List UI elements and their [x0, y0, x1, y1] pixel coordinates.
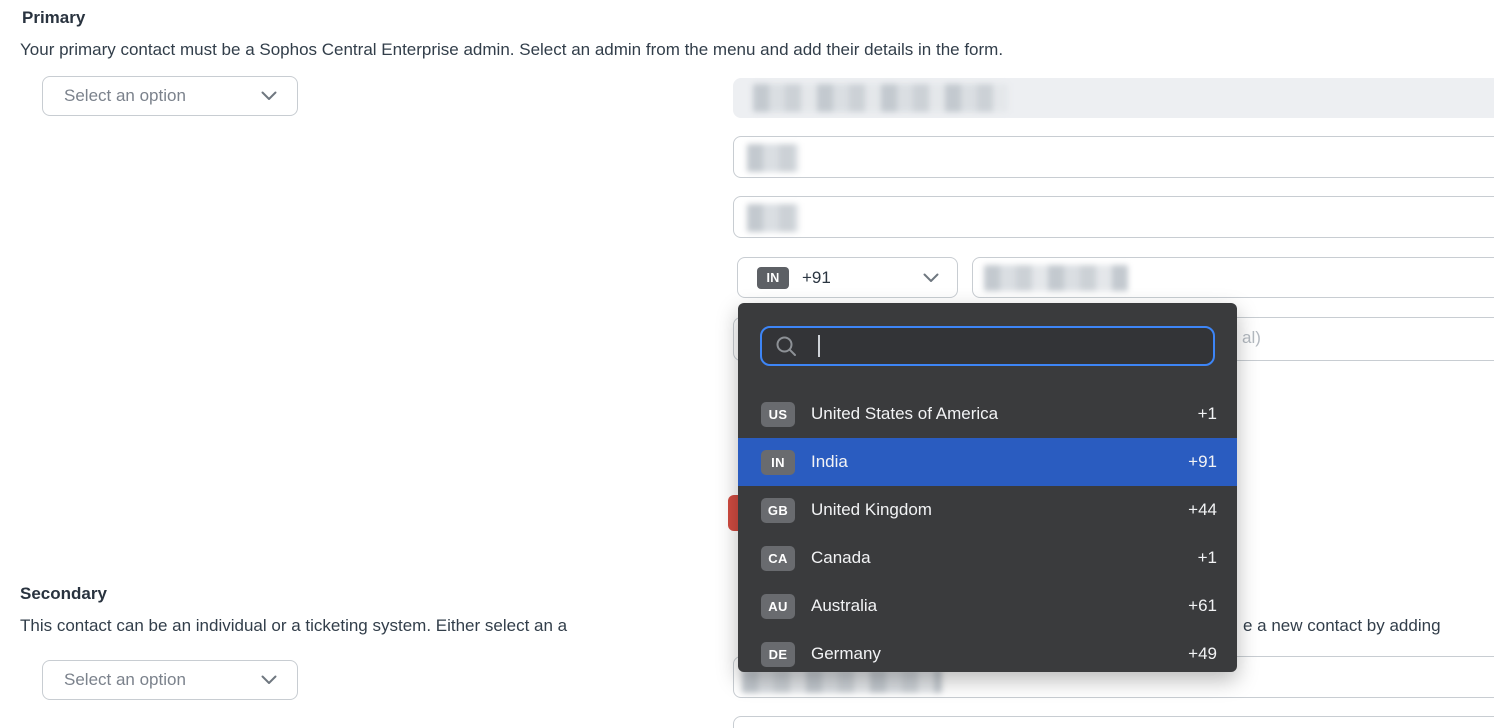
- country-option-ca[interactable]: CA Canada +1: [738, 534, 1237, 582]
- redacted-value: [742, 669, 942, 693]
- phone-extension-placeholder-fragment: al): [1242, 328, 1261, 347]
- chevron-down-icon: [261, 91, 277, 101]
- primary-first-name-input[interactable]: [733, 136, 1494, 178]
- secondary-field-2[interactable]: [733, 716, 1494, 728]
- secondary-contact-select[interactable]: Select an option: [42, 660, 298, 700]
- redacted-value: [747, 204, 799, 232]
- redacted-value: [753, 84, 1008, 112]
- country-search-input[interactable]: [760, 326, 1215, 366]
- country-dial-code: +91: [1188, 452, 1217, 471]
- country-name: India: [811, 452, 848, 471]
- primary-contact-select-label: Select an option: [64, 86, 186, 105]
- selected-country-badge: IN: [757, 266, 789, 289]
- redacted-value: [984, 265, 1128, 291]
- chevron-down-icon: [261, 675, 277, 685]
- country-code-select[interactable]: IN +91: [737, 257, 958, 298]
- country-option-us[interactable]: US United States of America +1: [738, 390, 1237, 438]
- country-option-au[interactable]: AU Australia +61: [738, 582, 1237, 630]
- country-name: United Kingdom: [811, 500, 932, 519]
- secondary-section-description: This contact can be an individual or a t…: [20, 616, 568, 635]
- selected-dial-code: +91: [802, 267, 831, 287]
- contacts-form-page: Primary Your primary contact must be a S…: [0, 0, 1494, 728]
- country-flag-badge: CA: [761, 545, 795, 571]
- text-cursor: [818, 335, 820, 357]
- redacted-value: [747, 144, 799, 172]
- secondary-section-title: Secondary: [20, 584, 107, 603]
- country-dial-code: +44: [1188, 500, 1217, 519]
- country-flag-badge: DE: [761, 641, 795, 667]
- country-name: United States of America: [811, 404, 999, 423]
- country-flag-badge: IN: [761, 449, 795, 475]
- country-flag-badge: AU: [761, 593, 795, 619]
- secondary-section-description-fragment: e a new contact by adding: [1243, 616, 1441, 635]
- primary-section-title: Primary: [22, 8, 86, 27]
- secondary-contact-select-label: Select an option: [64, 670, 186, 689]
- country-option-in[interactable]: IN India +91: [738, 438, 1237, 486]
- search-icon: [774, 334, 799, 359]
- country-option-gb[interactable]: GB United Kingdom +44: [738, 486, 1237, 534]
- country-flag-badge: US: [761, 401, 795, 427]
- country-dropdown-panel: US United States of America +1 IN India …: [738, 303, 1237, 672]
- country-dial-code: +1: [1197, 548, 1217, 567]
- primary-admin-display-field: [733, 78, 1494, 118]
- country-option-de[interactable]: DE Germany +49: [738, 630, 1237, 672]
- primary-contact-select[interactable]: Select an option: [42, 76, 298, 116]
- country-options-list: US United States of America +1 IN India …: [738, 390, 1237, 672]
- country-name: Canada: [811, 548, 871, 567]
- chevron-down-icon: [923, 273, 939, 283]
- country-dial-code: +1: [1197, 404, 1217, 423]
- country-name: Australia: [811, 596, 878, 615]
- primary-section-description: Your primary contact must be a Sophos Ce…: [20, 40, 1004, 59]
- primary-last-name-input[interactable]: [733, 196, 1494, 238]
- country-dial-code: +61: [1188, 596, 1217, 615]
- country-flag-badge: GB: [761, 497, 795, 523]
- country-dial-code: +49: [1188, 644, 1217, 663]
- country-name: Germany: [811, 644, 881, 663]
- primary-phone-number-input[interactable]: [972, 257, 1494, 298]
